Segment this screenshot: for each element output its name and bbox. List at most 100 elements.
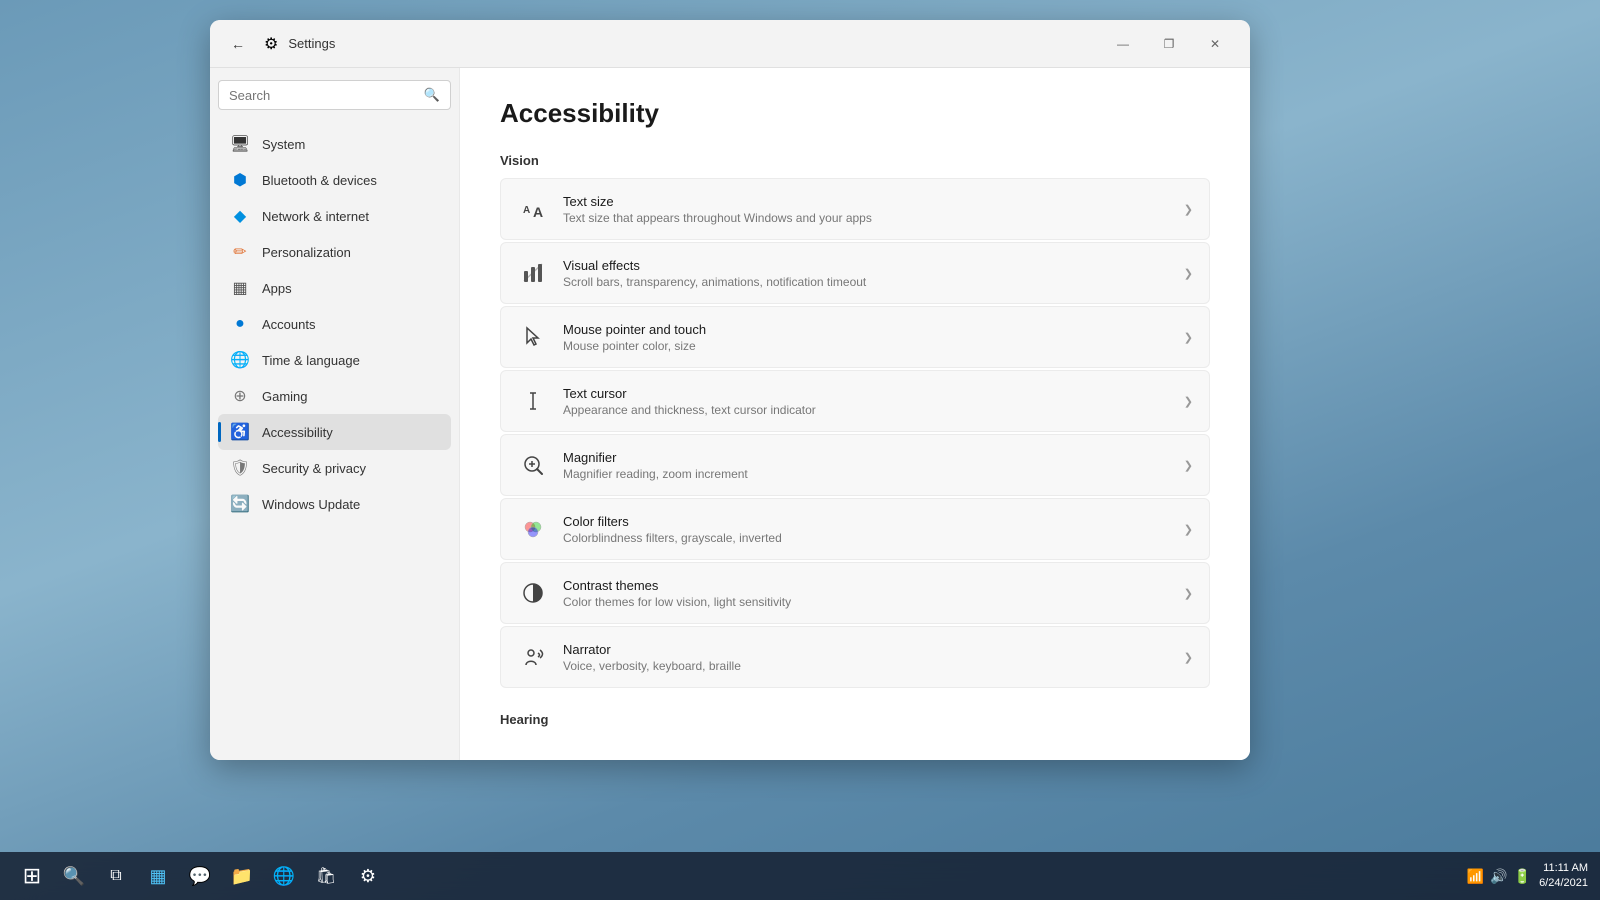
sidebar-item-apps[interactable]: ▦ Apps <box>218 270 451 306</box>
update-icon: 🔄 <box>230 494 250 514</box>
settings-item-magnifier[interactable]: Magnifier Magnifier reading, zoom increm… <box>500 434 1210 496</box>
narrator-text: Narrator Voice, verbosity, keyboard, bra… <box>563 642 1170 673</box>
color-filters-chevron: ❯ <box>1184 523 1193 536</box>
minimize-button[interactable]: — <box>1100 28 1146 60</box>
sidebar-item-time[interactable]: 🌐 Time & language <box>218 342 451 378</box>
settings-item-color-filters[interactable]: Color filters Colorblindness filters, gr… <box>500 498 1210 560</box>
search-taskbar-icon[interactable]: 🔍 <box>54 856 94 896</box>
sidebar-item-accounts[interactable]: ● Accounts <box>218 306 451 342</box>
back-button[interactable]: ← <box>222 28 254 60</box>
settings-item-narrator[interactable]: Narrator Voice, verbosity, keyboard, bra… <box>500 626 1210 688</box>
maximize-button[interactable]: ❐ <box>1146 28 1192 60</box>
settings-taskbar-icon[interactable]: ⚙ <box>348 856 388 896</box>
edge-icon[interactable]: 🌐 <box>264 856 304 896</box>
taskbar: ⊞ 🔍 ⧉ ▦ 💬 📁 🌐 🛍 ⚙ 📶 🔊 🔋 11:11 AM 6/24/20… <box>0 852 1600 900</box>
system-icon: 🖥 <box>230 134 250 154</box>
sidebar-item-system[interactable]: 🖥 System <box>218 126 451 162</box>
title-bar: ← ⚙ Settings — ❐ ✕ <box>210 20 1250 68</box>
widgets-icon[interactable]: ▦ <box>138 856 178 896</box>
visual-effects-title: Visual effects <box>563 258 1170 273</box>
sidebar-item-gaming[interactable]: ⊕ Gaming <box>218 378 451 414</box>
color-filters-icon <box>517 513 549 545</box>
text-cursor-text: Text cursor Appearance and thickness, te… <box>563 386 1170 417</box>
vision-settings-list: A A Text size Text size that appears thr… <box>500 178 1210 688</box>
taskbar-right: 📶 🔊 🔋 11:11 AM 6/24/2021 <box>1467 861 1588 892</box>
sidebar-item-accessibility[interactable]: ♿ Accessibility <box>218 414 451 450</box>
contrast-themes-text: Contrast themes Color themes for low vis… <box>563 578 1170 609</box>
narrator-chevron: ❯ <box>1184 651 1193 664</box>
settings-item-contrast-themes[interactable]: Contrast themes Color themes for low vis… <box>500 562 1210 624</box>
explorer-icon[interactable]: 📁 <box>222 856 262 896</box>
visual-effects-icon <box>517 257 549 289</box>
text-cursor-chevron: ❯ <box>1184 395 1193 408</box>
sidebar-label-bluetooth: Bluetooth & devices <box>262 173 377 188</box>
mouse-pointer-text: Mouse pointer and touch Mouse pointer co… <box>563 322 1170 353</box>
sidebar-label-accounts: Accounts <box>262 317 315 332</box>
mouse-pointer-desc: Mouse pointer color, size <box>563 339 1170 353</box>
text-size-icon: A A <box>517 193 549 225</box>
settings-item-visual-effects[interactable]: Visual effects Scroll bars, transparency… <box>500 242 1210 304</box>
window-title: Settings <box>288 36 335 51</box>
visual-effects-desc: Scroll bars, transparency, animations, n… <box>563 275 1170 289</box>
settings-item-text-cursor[interactable]: Text cursor Appearance and thickness, te… <box>500 370 1210 432</box>
store-icon[interactable]: 🛍 <box>306 856 346 896</box>
magnifier-title: Magnifier <box>563 450 1170 465</box>
bluetooth-icon: ⬢ <box>230 170 250 190</box>
gaming-icon: ⊕ <box>230 386 250 406</box>
window-body: 🔍 🖥 System ⬢ Bluetooth & devices ◆ Netwo… <box>210 68 1250 760</box>
color-filters-title: Color filters <box>563 514 1170 529</box>
sidebar-label-accessibility: Accessibility <box>262 425 333 440</box>
sidebar-label-gaming: Gaming <box>262 389 308 404</box>
contrast-themes-icon <box>517 577 549 609</box>
svg-text:A: A <box>523 205 530 216</box>
sidebar: 🔍 🖥 System ⬢ Bluetooth & devices ◆ Netwo… <box>210 68 460 760</box>
sidebar-item-security[interactable]: 🛡 Security & privacy <box>218 450 451 486</box>
magnifier-icon <box>517 449 549 481</box>
color-filters-desc: Colorblindness filters, grayscale, inver… <box>563 531 1170 545</box>
sidebar-item-bluetooth[interactable]: ⬢ Bluetooth & devices <box>218 162 451 198</box>
page-title: Accessibility <box>500 98 1210 129</box>
search-box[interactable]: 🔍 <box>218 80 451 110</box>
start-icon[interactable]: ⊞ <box>12 856 52 896</box>
taskview-icon[interactable]: ⧉ <box>96 856 136 896</box>
personalization-icon: ✏ <box>230 242 250 262</box>
color-filters-text: Color filters Colorblindness filters, gr… <box>563 514 1170 545</box>
network-icon: ◆ <box>230 206 250 226</box>
chat-icon[interactable]: 💬 <box>180 856 220 896</box>
taskbar-time-display[interactable]: 11:11 AM 6/24/2021 <box>1539 861 1588 892</box>
text-size-desc: Text size that appears throughout Window… <box>563 211 1170 225</box>
mouse-pointer-icon <box>517 321 549 353</box>
text-cursor-desc: Appearance and thickness, text cursor in… <box>563 403 1170 417</box>
vision-section-label: Vision <box>500 153 1210 168</box>
contrast-themes-chevron: ❯ <box>1184 587 1193 600</box>
volume-icon: 🔊 <box>1490 868 1507 885</box>
text-cursor-title: Text cursor <box>563 386 1170 401</box>
accounts-icon: ● <box>230 314 250 334</box>
sidebar-label-security: Security & privacy <box>262 461 366 476</box>
window-controls: — ❐ ✕ <box>1100 28 1238 60</box>
security-icon: 🛡 <box>230 458 250 478</box>
settings-item-mouse-pointer[interactable]: Mouse pointer and touch Mouse pointer co… <box>500 306 1210 368</box>
text-size-title: Text size <box>563 194 1170 209</box>
clock-date: 6/24/2021 <box>1539 876 1588 891</box>
taskbar-left: ⊞ 🔍 ⧉ ▦ 💬 📁 🌐 🛍 ⚙ <box>12 856 388 896</box>
visual-effects-chevron: ❯ <box>1184 267 1193 280</box>
sidebar-item-update[interactable]: 🔄 Windows Update <box>218 486 451 522</box>
sidebar-item-network[interactable]: ◆ Network & internet <box>218 198 451 234</box>
search-input[interactable] <box>229 88 416 103</box>
svg-text:A: A <box>533 204 543 220</box>
narrator-title: Narrator <box>563 642 1170 657</box>
contrast-themes-desc: Color themes for low vision, light sensi… <box>563 595 1170 609</box>
clock-time: 11:11 AM <box>1539 861 1588 876</box>
magnifier-text: Magnifier Magnifier reading, zoom increm… <box>563 450 1170 481</box>
title-bar-left: ← ⚙ Settings <box>222 28 335 60</box>
settings-item-text-size[interactable]: A A Text size Text size that appears thr… <box>500 178 1210 240</box>
sidebar-item-personalization[interactable]: ✏ Personalization <box>218 234 451 270</box>
sidebar-nav: 🖥 System ⬢ Bluetooth & devices ◆ Network… <box>218 126 451 522</box>
network-status-icon: 📶 <box>1467 868 1484 885</box>
text-size-text: Text size Text size that appears through… <box>563 194 1170 225</box>
accessibility-icon: ♿ <box>230 422 250 442</box>
hearing-section-label: Hearing <box>500 712 1210 727</box>
sidebar-label-network: Network & internet <box>262 209 369 224</box>
close-button[interactable]: ✕ <box>1192 28 1238 60</box>
